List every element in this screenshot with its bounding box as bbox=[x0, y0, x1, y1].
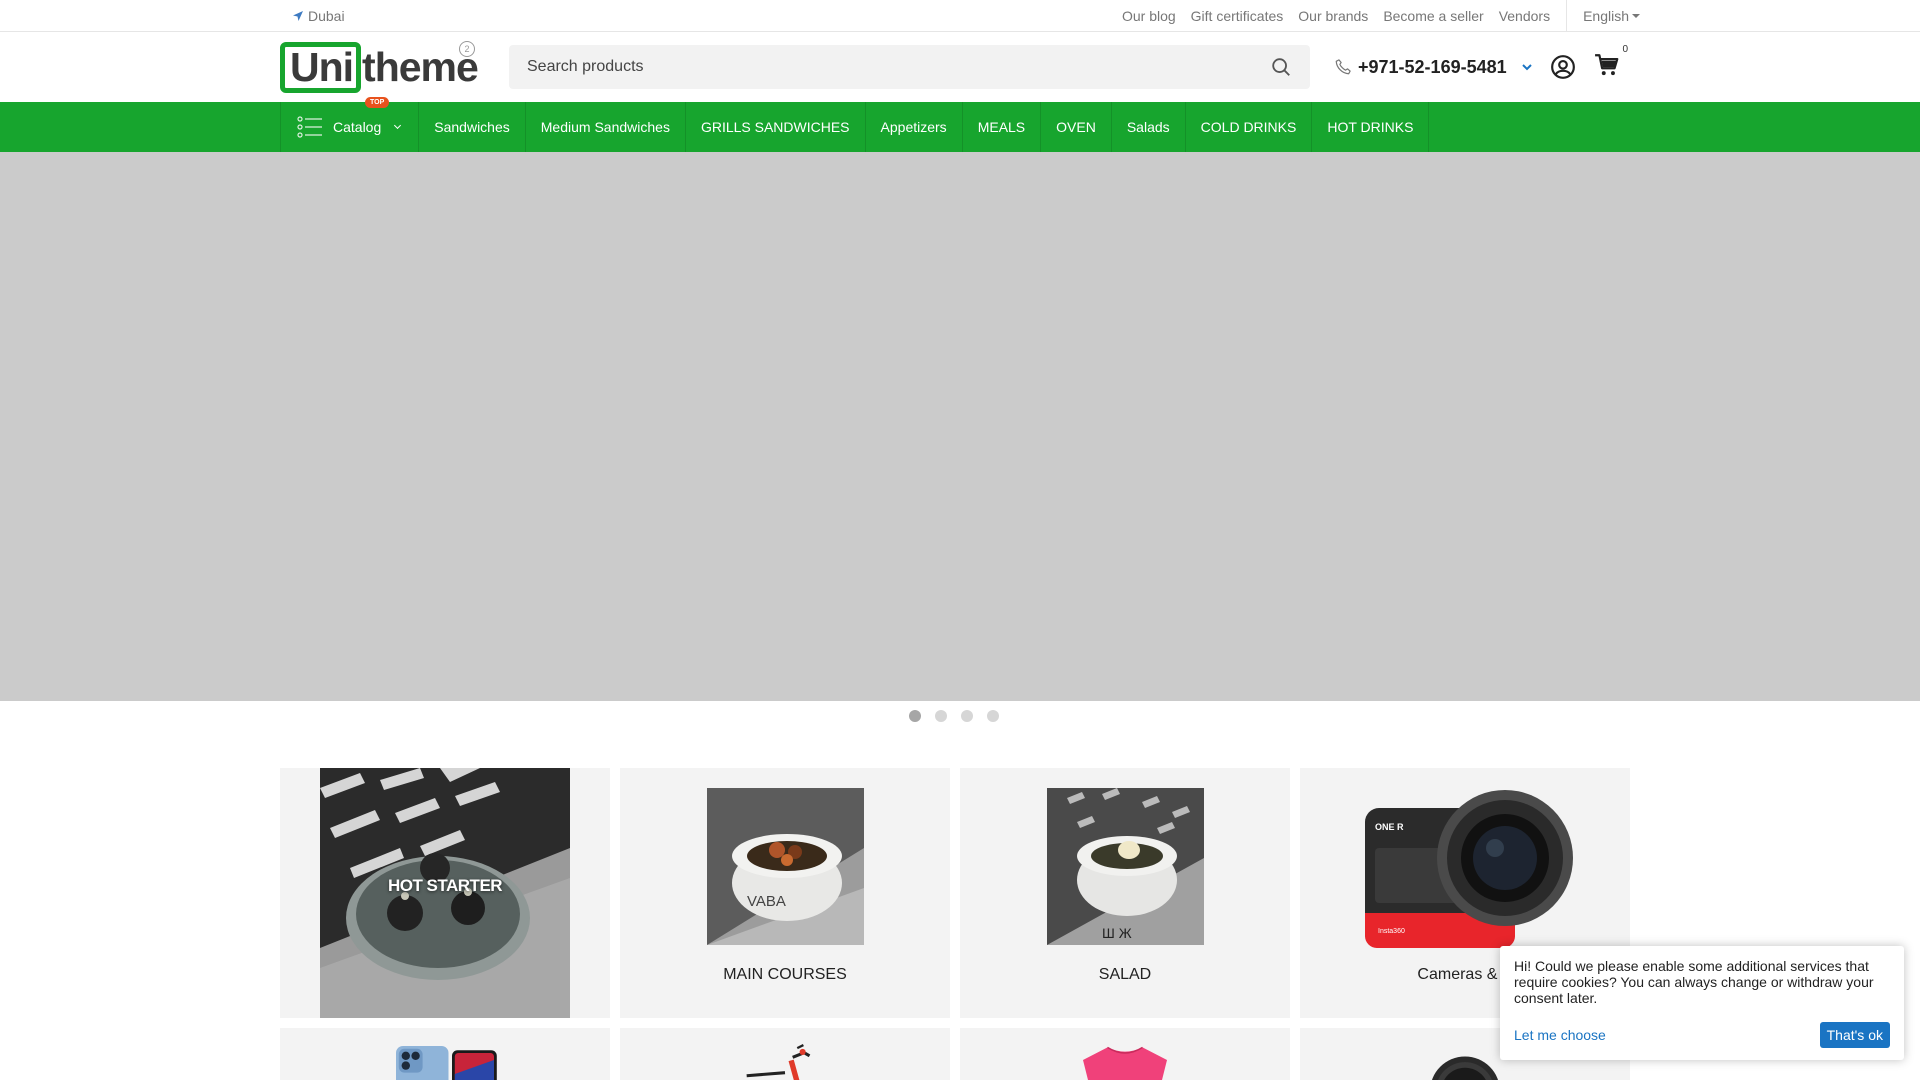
accept-cookies-button[interactable]: That's ok bbox=[1819, 1022, 1890, 1048]
cookie-message: Hi! Could we please enable some addition… bbox=[1514, 958, 1874, 1006]
link-our-brands[interactable]: Our brands bbox=[1298, 8, 1368, 24]
main-courses-image: VABA bbox=[706, 788, 864, 945]
search-icon[interactable] bbox=[1270, 56, 1292, 78]
phone-icon bbox=[1335, 59, 1351, 75]
header-icons: 0 bbox=[1550, 44, 1640, 83]
nav-item-appetizers[interactable]: Appetizers bbox=[866, 102, 963, 152]
category-card-clothing[interactable] bbox=[960, 1028, 1290, 1080]
bike-image bbox=[746, 1044, 811, 1080]
camera-badge-text: ONE R bbox=[1375, 822, 1404, 832]
phones-image bbox=[396, 1046, 497, 1080]
svg-text:Ш Ж: Ш Ж bbox=[1102, 925, 1132, 941]
slider-dots bbox=[0, 701, 1920, 730]
location-arrow-icon bbox=[293, 11, 303, 21]
category-label: MAIN COURSES bbox=[723, 966, 847, 983]
nav-item-grills-sandwiches[interactable]: GRILLS SANDWICHES bbox=[686, 102, 866, 152]
search-bar bbox=[509, 45, 1310, 89]
cart-count: 0 bbox=[1622, 43, 1628, 55]
nav-item-medium-sandwiches[interactable]: Medium Sandwiches bbox=[526, 102, 686, 152]
link-vendors[interactable]: Vendors bbox=[1499, 8, 1550, 24]
cameras-image: ONE R Insta360 bbox=[1345, 788, 1585, 958]
top-links: Our blog Gift certificates Our brands Be… bbox=[1107, 0, 1640, 32]
link-our-blog[interactable]: Our blog bbox=[1122, 8, 1176, 24]
tshirt-image bbox=[1083, 1046, 1167, 1080]
camera-brand-text: Insta360 bbox=[1378, 928, 1405, 935]
cart-icon bbox=[1595, 53, 1619, 75]
chevron-down-icon bbox=[1521, 64, 1532, 71]
nav-item-oven[interactable]: OVEN bbox=[1041, 102, 1112, 152]
city-label: Dubai bbox=[308, 8, 345, 24]
nav-item-cold-drinks[interactable]: COLD DRINKS bbox=[1186, 102, 1313, 152]
phone-number: +971-52-169-5481 bbox=[1358, 56, 1507, 77]
category-card-bikes[interactable] bbox=[620, 1028, 950, 1080]
catalog-label: Catalog bbox=[333, 119, 382, 135]
logo-boxed-text: Uni bbox=[280, 41, 362, 93]
logo-badge: 2 bbox=[459, 41, 475, 57]
slider-dot[interactable] bbox=[934, 709, 947, 722]
category-card-main-courses[interactable]: VABA MAIN COURSES bbox=[620, 768, 950, 1018]
let-me-choose-link[interactable]: Let me choose bbox=[1514, 1027, 1606, 1043]
language-selector[interactable]: English bbox=[1566, 0, 1640, 32]
slider-dot[interactable] bbox=[908, 709, 921, 722]
catalog-menu[interactable]: Catalog TOP bbox=[280, 97, 420, 152]
category-card-phones[interactable] bbox=[280, 1028, 610, 1080]
nav-item-sandwiches[interactable]: Sandwiches bbox=[419, 102, 526, 152]
slider-dot[interactable] bbox=[986, 709, 999, 722]
category-label: HOT STARTER bbox=[387, 876, 503, 895]
category-grid: HOT STARTER VABA MAIN COURSES Ш Ж SALAD … bbox=[280, 768, 1640, 1080]
logo[interactable]: Uni theme 2 bbox=[280, 41, 479, 93]
hero-banner[interactable] bbox=[0, 152, 1920, 701]
category-label: Cameras & P bbox=[1417, 966, 1513, 983]
phone-dropdown[interactable]: +971-52-169-5481 bbox=[1334, 57, 1533, 78]
city-selector[interactable]: Dubai bbox=[280, 8, 345, 24]
hot-starter-image: HOT STARTER bbox=[320, 768, 570, 1018]
chevron-down-icon bbox=[394, 121, 402, 130]
search-input[interactable] bbox=[527, 58, 1270, 76]
salad-image: Ш Ж bbox=[1046, 788, 1204, 945]
nav-item-hot-drinks[interactable]: HOT DRINKS bbox=[1312, 102, 1430, 152]
category-label: SALAD bbox=[1098, 966, 1152, 983]
category-card-hot-starter[interactable]: HOT STARTER bbox=[280, 768, 610, 1018]
caret-down-icon bbox=[1632, 14, 1640, 18]
top-bar: Dubai Our blog Gift certificates Our bra… bbox=[0, 0, 1920, 32]
svg-text:VABA: VABA bbox=[747, 893, 786, 910]
slider-dot[interactable] bbox=[960, 709, 973, 722]
top-badge: TOP bbox=[365, 97, 390, 108]
link-become-seller[interactable]: Become a seller bbox=[1383, 8, 1483, 24]
header: Uni theme 2 +971-52-169-5481 0 bbox=[0, 32, 1920, 102]
nav-item-meals[interactable]: MEALS bbox=[963, 102, 1042, 152]
nav-item-salads[interactable]: Salads bbox=[1112, 102, 1186, 152]
language-label: English bbox=[1583, 8, 1629, 24]
main-nav: Catalog TOP Sandwiches Medium Sandwiches… bbox=[0, 97, 1920, 152]
category-card-salad[interactable]: Ш Ж SALAD bbox=[960, 768, 1290, 1018]
cart-button[interactable]: 0 bbox=[1594, 44, 1628, 83]
account-icon[interactable] bbox=[1550, 54, 1576, 80]
cookie-consent: Hi! Could we please enable some addition… bbox=[1500, 946, 1904, 1060]
list-icon bbox=[297, 116, 322, 138]
link-gift-certificates[interactable]: Gift certificates bbox=[1191, 8, 1284, 24]
